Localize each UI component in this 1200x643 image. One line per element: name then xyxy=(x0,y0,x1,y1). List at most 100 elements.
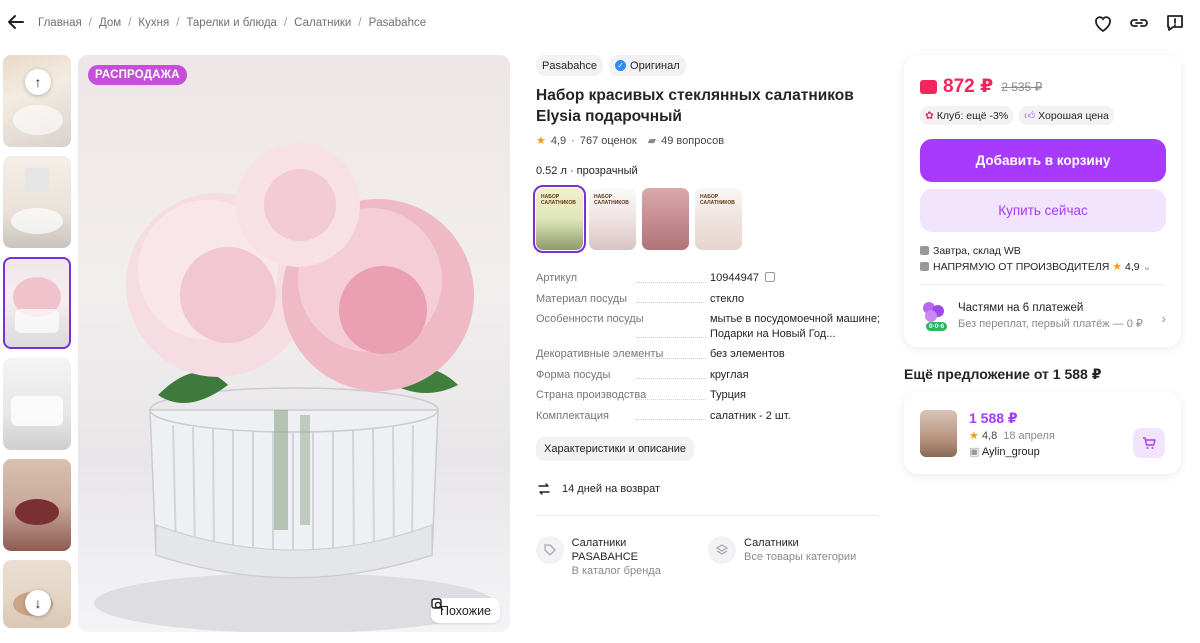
category-links: Салатники PASABAHCE В каталог бренда Сала… xyxy=(536,536,881,578)
spec-value: без элементов xyxy=(710,348,785,360)
arrow-up-icon: ↑ xyxy=(34,74,42,90)
star-icon: ★ xyxy=(1112,261,1123,273)
gallery-thumbnail[interactable] xyxy=(3,156,71,248)
similar-button[interactable]: Похожие xyxy=(430,598,500,623)
category-title: Салатники xyxy=(744,537,799,549)
delivery-label: Завтра, склад WB xyxy=(933,245,1021,257)
product-main-image[interactable]: РАСПРОДАЖА Похожие xyxy=(78,55,510,632)
spec-value: 10944947 xyxy=(710,272,759,284)
characteristics-button[interactable]: Характеристики и описание xyxy=(536,437,694,461)
offer-date: 18 апреля xyxy=(1003,430,1055,442)
spec-row: Форма посуды круглая xyxy=(536,368,881,383)
installment-icon: 0·0·6 xyxy=(920,300,948,332)
wallet-icon xyxy=(920,79,937,94)
buy-now-button[interactable]: Купить сейчас xyxy=(920,189,1166,232)
rating-value[interactable]: 4,9 xyxy=(551,135,566,147)
offer-price: 1 588 ₽ xyxy=(969,410,1018,426)
similar-label: Похожие xyxy=(439,603,491,618)
questions-count[interactable]: 49 вопросов xyxy=(661,135,724,147)
product-title: Набор красивых стеклянных салатников Ely… xyxy=(536,87,854,125)
heart-icon[interactable] xyxy=(1092,12,1114,34)
spec-row: Материал посуды стекло xyxy=(536,292,881,307)
spec-row: Декоративные элементы без элементов xyxy=(536,347,881,362)
spec-value-article: 10944947 xyxy=(710,271,881,286)
variant-swatch[interactable]: НАБОР САЛАТНИКОВ xyxy=(589,188,636,250)
star-icon: ★ xyxy=(969,430,979,442)
divider xyxy=(920,284,1165,285)
gallery-thumbnail-selected[interactable] xyxy=(3,257,71,349)
brand-name: Pasabahce xyxy=(542,59,598,72)
star-icon: ★ xyxy=(536,135,546,147)
brand-tags: Pasabahce ✓ Оригинал xyxy=(536,55,881,76)
specs-table: Артикул 10944947 Материал посуды стекло Ос… xyxy=(536,271,881,423)
store-icon xyxy=(920,262,929,271)
breadcrumb-item[interactable]: Кухня xyxy=(138,17,169,29)
spec-row: Особенности посуды мытье в посудомоечной … xyxy=(536,312,881,341)
breadcrumb-item[interactable]: Салатники xyxy=(294,17,351,29)
scroll-up-button[interactable]: ↑ xyxy=(25,69,51,95)
price-row: 872 ₽ 2 535 ₽ xyxy=(920,75,1042,98)
verified-check-icon: ✓ xyxy=(615,60,627,71)
spec-value: мытье в посудомоечной машине; Подарки на… xyxy=(710,313,881,340)
gallery-thumbnails: ↑ ↓ xyxy=(3,55,71,637)
club-chip[interactable]: ✿ Клуб: ещё -3% xyxy=(920,106,1014,125)
good-price-chip[interactable]: 👍︎ Хорошая цена xyxy=(1019,106,1114,125)
offer-rating: 4,8 xyxy=(981,430,998,442)
similar-search-icon xyxy=(431,598,444,611)
old-price: 2 535 ₽ xyxy=(1001,79,1043,94)
spec-value: стекло xyxy=(710,292,745,305)
back-arrow-icon[interactable] xyxy=(6,12,26,32)
spec-key: Комплектация xyxy=(536,409,710,424)
gallery-thumbnail[interactable] xyxy=(3,358,71,450)
returns-label: 14 дней на возврат xyxy=(562,483,660,495)
other-offer-title: Ещё предложение от 1 588 ₽ xyxy=(904,366,1102,382)
seller-row[interactable]: НАПРЯМУЮ ОТ ПРОИЗВОДИТЕЛЯ ★ 4,9 ⌄ xyxy=(920,259,1151,275)
seller-name: НАПРЯМУЮ ОТ ПРОИЗВОДИТЕЛЯ xyxy=(933,261,1110,273)
breadcrumb-item[interactable]: Pasabahce xyxy=(369,17,427,29)
offer-thumbnail xyxy=(920,410,957,457)
original-label: Оригинал xyxy=(630,59,680,72)
offer-seller-row: ▣ Aylin_group xyxy=(969,445,1040,458)
share-link-icon[interactable] xyxy=(1128,12,1150,34)
top-actions xyxy=(1092,12,1186,34)
scroll-down-button[interactable]: ↓ xyxy=(25,590,51,616)
gallery-thumbnail[interactable] xyxy=(3,459,71,551)
return-arrows-icon xyxy=(538,483,550,495)
offer-rating-row: ★ 4,8 18 апреля xyxy=(969,429,1055,442)
breadcrumb-item[interactable]: Тарелки и блюда xyxy=(186,17,277,29)
variant-swatch-selected[interactable]: НАБОР САЛАТНИКОВ xyxy=(533,185,586,253)
current-price: 872 ₽ xyxy=(943,76,994,97)
cart-icon xyxy=(1143,437,1156,449)
variant-swatch[interactable]: НАБОР САЛАТНИКОВ xyxy=(695,188,742,250)
spec-value: Турция xyxy=(710,389,746,401)
divider xyxy=(536,515,878,516)
report-icon[interactable] xyxy=(1164,12,1186,34)
reviews-count[interactable]: 767 оценок xyxy=(580,135,637,147)
delivery-info: Завтра, склад WB НАПРЯМУЮ ОТ ПРОИЗВОДИТЕ… xyxy=(920,243,1151,275)
brand-tag[interactable]: Pasabahce xyxy=(536,55,604,76)
breadcrumb-item[interactable]: Дом xyxy=(99,17,121,29)
installment-offer[interactable]: 0·0·6 Частями на 6 платежей Без переплат… xyxy=(920,300,1166,332)
sale-badge: РАСПРОДАЖА xyxy=(88,65,187,85)
rating-row: ★ 4,9 · 767 оценок ▰ 49 вопросов xyxy=(536,134,725,148)
installment-title: Частями на 6 платежей xyxy=(958,302,1084,314)
spec-value: салатник - 2 шт. xyxy=(710,409,791,422)
spec-value: круглая xyxy=(710,368,749,381)
category-link[interactable]: Салатники Все товары категории xyxy=(708,536,866,578)
other-offer-card[interactable]: 1 588 ₽ ★ 4,8 18 апреля ▣ Aylin_group xyxy=(904,392,1181,474)
breadcrumb: Главная / Дом / Кухня / Тарелки и блюда / Са… xyxy=(38,17,427,29)
breadcrumb-item[interactable]: Главная xyxy=(38,17,82,29)
add-to-cart-button[interactable]: Добавить в корзину xyxy=(920,139,1166,182)
offer-add-to-cart-button[interactable] xyxy=(1133,428,1165,458)
chevron-right-icon: › xyxy=(1161,310,1166,326)
top-bar: Главная / Дом / Кухня / Тарелки и блюда / Са… xyxy=(0,0,1200,48)
variant-swatches: НАБОР САЛАТНИКОВ НАБОР САЛАТНИКОВ НАБОР САЛ… xyxy=(533,185,881,253)
swatch-caption-graphic: НАБОР САЛАТНИКОВ xyxy=(541,194,576,206)
copy-icon[interactable] xyxy=(764,272,775,282)
club-icon: ✿ xyxy=(925,109,934,122)
brand-catalog-link[interactable]: Салатники PASABAHCE В каталог бренда xyxy=(536,536,694,578)
variant-label: 0.52 л · прозрачный xyxy=(536,165,638,177)
thumb-up-icon: 👍︎ xyxy=(1024,110,1036,122)
variant-swatch[interactable] xyxy=(642,188,689,250)
spec-row: Комплектация салатник - 2 шт. xyxy=(536,409,881,424)
